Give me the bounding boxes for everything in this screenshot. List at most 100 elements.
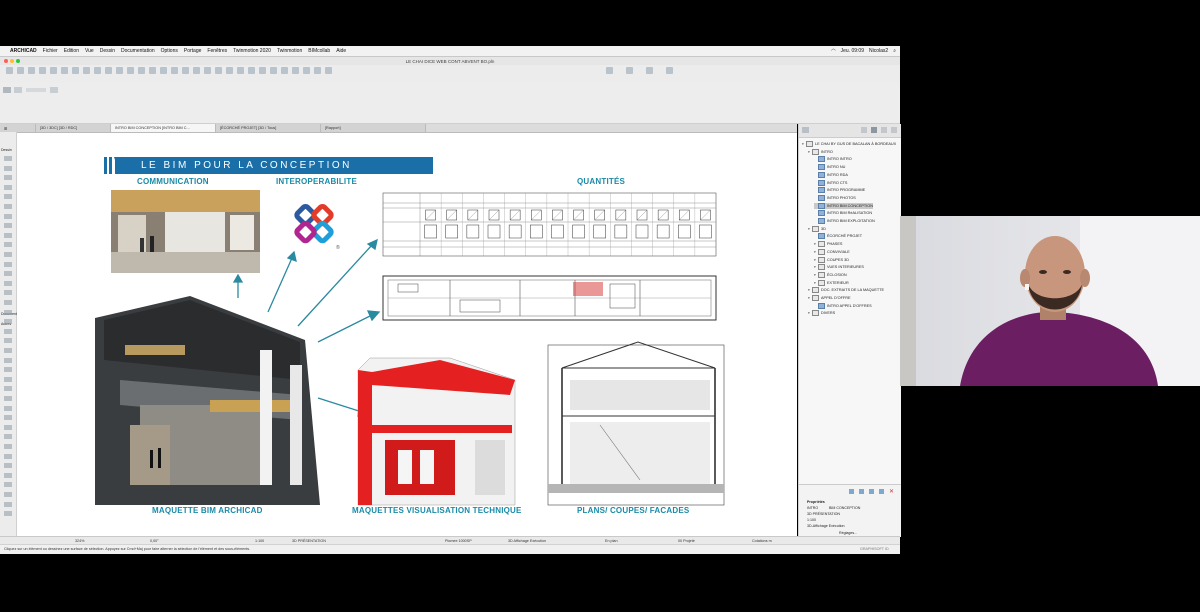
search-icon[interactable]: ⌕ xyxy=(893,48,896,54)
tool-icon[interactable] xyxy=(4,194,12,200)
new-folder-icon[interactable] xyxy=(849,489,854,494)
dimension-standard[interactable]: Cotations m xyxy=(752,539,772,543)
arrow-tool-icon[interactable] xyxy=(3,87,11,93)
tool-icon[interactable] xyxy=(4,280,12,286)
navigator-item[interactable]: ÉCORCHÉ PROJET xyxy=(814,233,862,240)
tool-icon[interactable] xyxy=(4,376,12,382)
toolbar-button[interactable] xyxy=(215,67,222,74)
toolbar-button[interactable] xyxy=(303,67,310,74)
graphic-override[interactable]: Plomee 1000SP xyxy=(445,539,472,543)
project-map-icon[interactable] xyxy=(861,127,867,133)
toolbar-button[interactable] xyxy=(193,67,200,74)
selection-method-control[interactable] xyxy=(26,88,46,92)
navigator-item[interactable]: ▾ DOC. EXTRAITS DE LA MAQUETTE xyxy=(808,287,884,294)
renovation-filter[interactable]: 00 Projeté xyxy=(678,539,695,543)
navigator-item[interactable]: ▾ VUES INTERIEURES xyxy=(814,264,864,271)
tool-icon[interactable] xyxy=(4,175,12,181)
properties-name[interactable]: BIM CONCEPTION xyxy=(829,506,860,510)
tool-icon[interactable] xyxy=(4,156,12,161)
tool-icon[interactable] xyxy=(4,396,12,401)
tool-icon[interactable] xyxy=(4,232,12,238)
toolbar-button[interactable] xyxy=(94,67,101,74)
tool-icon[interactable] xyxy=(4,242,12,248)
navigator-item[interactable]: INTRO APPEL D'OFFRES xyxy=(814,302,872,309)
navigator-item[interactable]: INTRO INTRO xyxy=(814,156,852,163)
tool-icon[interactable] xyxy=(4,204,12,209)
navigator-item[interactable]: ▾ DIVERS xyxy=(808,310,835,317)
menu-documentation[interactable]: Documentation xyxy=(121,48,155,54)
tool-icon[interactable] xyxy=(4,453,12,459)
navigator-item[interactable]: INTRO NU xyxy=(814,164,845,171)
menu-dessin[interactable]: Dessin xyxy=(100,48,115,54)
navigator-item[interactable]: INTRO BIM EXPLOITATION xyxy=(814,218,875,224)
toolbar-button[interactable] xyxy=(17,67,24,74)
graphisoft-id[interactable]: GRAPHISOFT ID xyxy=(860,547,889,551)
toolbar-button[interactable] xyxy=(325,67,332,74)
toolbar-button[interactable] xyxy=(28,67,35,74)
tool-icon[interactable] xyxy=(4,424,12,430)
properties-scale[interactable]: 1:100 xyxy=(807,518,816,522)
tool-icon[interactable] xyxy=(4,386,12,392)
menu-app[interactable]: ARCHICAD xyxy=(10,48,37,54)
tool-icon[interactable] xyxy=(4,482,12,488)
navigator-item[interactable]: ▾ PHASES xyxy=(814,241,842,248)
toolbar-button[interactable] xyxy=(160,67,167,74)
tool-icon[interactable] xyxy=(4,463,12,469)
tool-icon[interactable] xyxy=(4,261,12,267)
menu-options[interactable]: Options xyxy=(161,48,178,54)
tab-ecorche-projet[interactable]: [ÉCORCHÉ PROJET] [3D / Tous] xyxy=(216,124,321,132)
toolbar-button[interactable] xyxy=(149,67,156,74)
tool-icon[interactable] xyxy=(4,309,12,315)
scale-value[interactable]: 1:100 xyxy=(255,539,264,543)
tab-rapport[interactable]: [Rapport] xyxy=(321,124,426,132)
navigator-item[interactable]: INTRO BIM RéALISATION xyxy=(814,210,872,217)
tool-icon[interactable] xyxy=(4,415,12,421)
toolbar-button[interactable] xyxy=(6,67,13,74)
user-name[interactable]: Nicolas2 xyxy=(869,48,888,54)
toolbar-button[interactable] xyxy=(61,67,68,74)
tool-icon[interactable] xyxy=(4,444,12,449)
tool-icon[interactable] xyxy=(4,511,12,517)
tool-icon[interactable] xyxy=(4,165,12,171)
navigator-item[interactable]: INTRO PROGRAMME xyxy=(814,187,865,194)
tool-icon[interactable] xyxy=(4,348,12,353)
tool-icon[interactable] xyxy=(4,357,12,363)
marquee-tool-icon[interactable] xyxy=(14,87,22,93)
toolbar-button[interactable] xyxy=(270,67,277,74)
toolbar-button[interactable] xyxy=(226,67,233,74)
toolbar-button[interactable] xyxy=(626,67,633,74)
menu-vue[interactable]: Vue xyxy=(85,48,94,54)
toolbar-button[interactable] xyxy=(105,67,112,74)
toolbar-button[interactable] xyxy=(116,67,123,74)
toolbar-button[interactable] xyxy=(237,67,244,74)
navigator-item[interactable]: INTRO PHOTOS xyxy=(814,194,856,201)
toolbar-button[interactable] xyxy=(39,67,46,74)
toolbar-button[interactable] xyxy=(606,67,613,74)
tool-icon[interactable] xyxy=(4,367,12,373)
properties-id[interactable]: INTRO xyxy=(807,506,818,510)
tool-icon[interactable] xyxy=(4,472,12,478)
navigator-item[interactable]: ▾ CONVIVIALE xyxy=(814,248,850,255)
menu-edition[interactable]: Edition xyxy=(64,48,79,54)
menu-fenetres[interactable]: Fenêtres xyxy=(207,48,227,54)
minimize-window-button[interactable] xyxy=(10,58,14,63)
layout-book-icon[interactable] xyxy=(881,127,887,133)
navigator-map-icon[interactable] xyxy=(802,127,809,133)
tool-icon[interactable] xyxy=(4,300,12,305)
menu-twinmotion[interactable]: Twinmotion xyxy=(277,48,302,54)
view-map-icon[interactable] xyxy=(871,127,877,133)
properties-view[interactable]: 3D-Affichage Exécution xyxy=(807,524,845,528)
toolbar-button[interactable] xyxy=(204,67,211,74)
clock[interactable]: Jeu. 09:09 xyxy=(841,48,864,54)
structure-display[interactable]: En plan xyxy=(605,539,618,543)
clone-icon[interactable] xyxy=(859,489,864,494)
toolbar-button[interactable] xyxy=(72,67,79,74)
toolbar-button[interactable] xyxy=(138,67,145,74)
menu-fichier[interactable]: Fichier xyxy=(43,48,58,54)
model-view-option[interactable]: 3D Affichage Exécution xyxy=(508,539,546,543)
tab-3d-rdc[interactable]: [3D / 3DC] [3D / RDC] xyxy=(36,124,111,132)
close-window-button[interactable] xyxy=(4,58,8,63)
toolbar-button[interactable] xyxy=(127,67,134,74)
toolbar-button[interactable] xyxy=(182,67,189,74)
layer-combination[interactable]: 3D PRÉSENTATION xyxy=(292,539,326,543)
